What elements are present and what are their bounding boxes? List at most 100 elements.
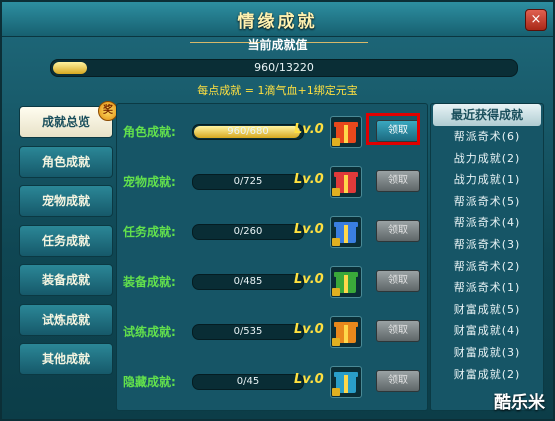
gift-box-icon[interactable] (330, 116, 362, 148)
claim-highlight-frame (366, 113, 420, 145)
tab-label: 装备成就 (41, 273, 90, 287)
tab-1[interactable]: 角色成就 (19, 145, 113, 178)
level-prefix: Lv. (294, 172, 315, 187)
tab-label: 角色成就 (41, 154, 90, 169)
recent-achievement-item: 财富成就(4) (453, 324, 521, 338)
tab-label: 其他成就 (41, 352, 90, 366)
recent-achievement-item: 帮派奇术(1) (453, 281, 521, 295)
achievement-progress-bar: 0/485 (192, 274, 304, 290)
gift-ribbon (344, 125, 348, 143)
lock-icon (332, 238, 340, 246)
tab-label: 试炼成就 (41, 312, 90, 327)
level-prefix: Lv. (294, 122, 315, 137)
achievement-progress-text: 0/485 (233, 276, 263, 287)
claim-button[interactable]: 领取 (376, 270, 420, 292)
recent-achievement-item: 财富成就(5) (453, 302, 521, 316)
tab-6[interactable]: 其他成就 (19, 343, 113, 375)
achievement-row: 宠物成就: 0/725 Lv.0 领取 (117, 166, 427, 198)
tab-3[interactable]: 任务成就 (19, 224, 113, 257)
lock-icon (332, 138, 340, 146)
achievement-progress-bar: 0/725 (192, 174, 304, 190)
lock-icon (332, 338, 340, 346)
achievement-level: Lv.0 (294, 322, 324, 337)
level-prefix: Lv. (294, 322, 315, 337)
achievement-row: 装备成就: 0/485 Lv.0 领取 (117, 266, 427, 298)
tab-5[interactable]: 试炼成就 (19, 303, 113, 336)
achievement-row: 隐藏成就: 0/45 Lv.0 领取 (117, 366, 427, 398)
recent-achievement-item: 帮派奇术(5) (453, 194, 521, 208)
achievement-progress-text: 0/260 (233, 226, 263, 237)
gift-box-icon[interactable] (330, 316, 362, 348)
gift-box-icon[interactable] (330, 266, 362, 298)
recent-achievement-item: 帮派奇术(2) (453, 259, 521, 273)
achievement-progress-text: 0/45 (236, 376, 260, 387)
level-number: 0 (314, 372, 324, 387)
gift-ribbon (344, 375, 348, 393)
level-number: 0 (314, 272, 324, 287)
window-title: 情缘成就 (237, 12, 318, 32)
total-progress-text: 960/13220 (254, 61, 314, 74)
recent-achievement-item: 帮派奇术(6) (453, 130, 521, 143)
achievement-progress-text: 960/680 (227, 126, 269, 137)
watermark: 酷乐米 (494, 393, 545, 413)
achievement-label: 隐藏成就: (123, 375, 176, 389)
reward-badge-icon: 奖 (98, 101, 118, 121)
recent-achievement-item: 战力成就(1) (453, 173, 521, 187)
recent-achievements-list: 帮派奇术(6) 战力成就(2) 战力成就(1) 帮派奇术(5) 帮派奇术(4) 帮派奇术(… (431, 126, 543, 385)
level-number: 0 (314, 172, 324, 187)
gift-ribbon (344, 325, 348, 343)
lock-icon (332, 188, 340, 196)
achievement-row: 任务成就: 0/260 Lv.0 领取 (117, 216, 427, 248)
recent-achievement-item: 财富成就(3) (453, 345, 521, 359)
achievement-row: 试练成就: 0/535 Lv.0 领取 (117, 316, 427, 348)
close-button[interactable]: × (525, 9, 547, 31)
achievement-label: 任务成就: (123, 225, 176, 239)
level-prefix: Lv. (294, 372, 315, 387)
recent-achievement-item: 帮派奇术(3) (453, 237, 521, 251)
tab-label: 成就总览 (41, 115, 90, 129)
achievement-progress-bar: 0/45 (192, 374, 304, 390)
level-number: 0 (314, 322, 324, 337)
level-number: 0 (314, 222, 324, 237)
achievement-progress-bar: 0/535 (192, 324, 304, 340)
gift-box-icon[interactable] (330, 216, 362, 248)
tab-label: 宠物成就 (41, 194, 90, 208)
achievement-label: 装备成就: (123, 275, 176, 289)
recent-achievement-item: 战力成就(2) (453, 151, 521, 165)
achievement-level: Lv.0 (294, 272, 324, 287)
claim-button[interactable]: 领取 (376, 320, 420, 342)
tab-0[interactable]: 成就总览奖 (19, 101, 118, 138)
achievement-level: Lv.0 (294, 372, 324, 387)
recent-achievements-title: 最近获得成就 (433, 104, 541, 126)
lock-icon (332, 288, 340, 296)
tab-4[interactable]: 装备成就 (19, 264, 113, 296)
achievement-level: Lv.0 (294, 122, 324, 137)
claim-button[interactable]: 领取 (376, 370, 420, 392)
tab-2[interactable]: 宠物成就 (19, 185, 113, 217)
achievement-window: 情缘成就 × 当前成就值 960/13220 每点成就 = 1滴气血+1绑定元宝… (0, 0, 555, 421)
achievement-level: Lv.0 (294, 172, 324, 187)
recent-achievement-item: 帮派奇术(4) (453, 216, 521, 230)
level-number: 0 (314, 122, 324, 137)
gift-ribbon (344, 225, 348, 243)
gift-box-icon[interactable] (330, 366, 362, 398)
lock-icon (332, 388, 340, 396)
claim-button[interactable]: 领取 (376, 220, 420, 242)
tab-label: 任务成就 (41, 233, 90, 248)
reward-note: 每点成就 = 1滴气血+1绑定元宝 (197, 84, 358, 97)
level-prefix: Lv. (294, 222, 315, 237)
claim-button[interactable]: 领取 (376, 170, 420, 192)
achievement-label: 试练成就: (123, 325, 176, 339)
gift-box-icon[interactable] (330, 166, 362, 198)
level-prefix: Lv. (294, 272, 315, 287)
achievement-progress-bar: 960/680 (192, 124, 304, 140)
gift-ribbon (344, 175, 348, 193)
achievement-list: 角色成就: 960/680 Lv.0 领取 宠物成就: 0/725 Lv.0 领取 任务成就: 0… (116, 103, 428, 411)
summary-title: 当前成就值 (247, 38, 308, 52)
total-progress-bar: 960/13220 (50, 59, 518, 77)
achievement-level: Lv.0 (294, 222, 324, 237)
achievement-progress-text: 0/725 (233, 176, 263, 187)
achievement-label: 角色成就: (123, 125, 176, 139)
recent-achievement-item: 财富成就(2) (453, 367, 521, 381)
achievement-progress-bar: 0/260 (192, 224, 304, 240)
